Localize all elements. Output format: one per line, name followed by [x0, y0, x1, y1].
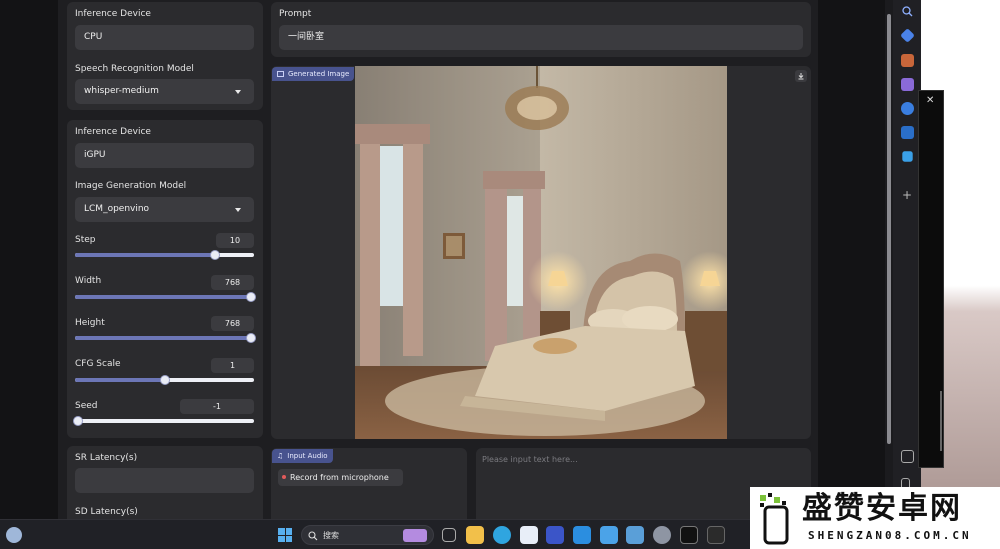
image-device-label: Inference Device: [75, 127, 151, 137]
height-slider-thumb[interactable]: [246, 333, 256, 343]
download-icon[interactable]: [795, 70, 807, 82]
cfg-slider[interactable]: [75, 375, 254, 385]
step-label: Step: [75, 235, 96, 245]
start-icon[interactable]: [278, 528, 292, 542]
outlook-icon[interactable]: [901, 126, 914, 139]
width-slider[interactable]: [75, 292, 256, 302]
height-input[interactable]: 768: [211, 316, 254, 331]
image-model-dropdown[interactable]: LCM_openvino: [75, 197, 254, 222]
weather-icon[interactable]: [6, 527, 22, 543]
task-view-icon[interactable]: [442, 528, 456, 542]
step-slider-thumb[interactable]: [210, 250, 220, 260]
step-slider-fill: [75, 253, 215, 257]
settings-gear-icon[interactable]: [653, 526, 671, 544]
image-model-label: Image Generation Model: [75, 181, 187, 191]
cfg-input[interactable]: 1: [211, 358, 254, 373]
speech-device-field[interactable]: CPU: [75, 25, 254, 50]
step-input[interactable]: 10: [216, 233, 254, 248]
image-device-field[interactable]: iGPU: [75, 143, 254, 168]
watermark-url: SHENGZAN08.COM.CN: [808, 529, 972, 542]
watermark-logo: 盛赞安卓网 SHENGZAN08.COM.CN: [750, 487, 1000, 549]
edge-icon[interactable]: [493, 526, 511, 544]
cfg-slider-thumb[interactable]: [160, 375, 170, 385]
notepad-icon[interactable]: [600, 526, 618, 544]
start-icon-pane: [278, 528, 285, 535]
prompt-input[interactable]: 一间卧室: [279, 25, 803, 50]
seed-slider-thumb[interactable]: [73, 416, 83, 426]
file-explorer-icon[interactable]: [466, 526, 484, 544]
height-slider[interactable]: [75, 333, 256, 343]
app-window: Inference Device CPU Speech Recognition …: [0, 0, 885, 519]
copilot-icon[interactable]: [901, 102, 914, 115]
speech-model-dropdown[interactable]: whisper-medium: [75, 79, 254, 104]
terminal-scrollbar[interactable]: [940, 391, 942, 451]
record-microphone-button[interactable]: Record from microphone: [278, 469, 403, 486]
browser-sidebar: +: [893, 0, 921, 519]
capcut-icon[interactable]: [680, 526, 698, 544]
terminal-window: ✕: [918, 90, 944, 468]
store-icon[interactable]: [520, 526, 538, 544]
close-icon[interactable]: ✕: [926, 95, 934, 106]
generated-bedroom-image: [355, 66, 727, 439]
image-icon: [277, 71, 284, 77]
input-audio-tag: ♫ Input Audio: [272, 449, 333, 463]
input-audio-tag-label: Input Audio: [287, 452, 328, 460]
scrollbar-thumb[interactable]: [887, 14, 891, 444]
add-icon[interactable]: +: [902, 188, 912, 202]
cfg-slider-fill: [75, 378, 165, 382]
start-icon-pane: [285, 535, 292, 542]
briefcase-icon[interactable]: [901, 54, 914, 67]
sr-latency-label: SR Latency(s): [75, 453, 138, 463]
window-scrollbar[interactable]: [885, 0, 893, 519]
generated-image-tag: Generated Image: [272, 67, 355, 81]
sr-latency-field: [75, 468, 254, 493]
games-icon[interactable]: [901, 78, 914, 91]
step-slider[interactable]: [75, 250, 254, 260]
height-slider-fill: [75, 336, 254, 340]
seed-input[interactable]: -1: [180, 399, 254, 414]
screen-icon[interactable]: [901, 450, 914, 463]
terminal-icon[interactable]: [707, 526, 725, 544]
start-icon-pane: [285, 528, 292, 535]
width-slider-thumb[interactable]: [246, 292, 256, 302]
search-highlight-icon: [403, 529, 427, 542]
tag-icon[interactable]: [900, 28, 915, 43]
search-icon: [308, 531, 318, 541]
taskbar-search-label: 搜索: [323, 531, 339, 540]
monitor-icon[interactable]: [626, 526, 644, 544]
phone-logo-icon: [758, 493, 792, 545]
app-blue-icon[interactable]: [546, 526, 564, 544]
prompt-label: Prompt: [279, 9, 312, 19]
start-icon-pane: [278, 535, 285, 542]
taskbar-search-box[interactable]: 搜索: [301, 525, 434, 545]
width-input[interactable]: 768: [211, 275, 254, 290]
record-microphone-label: Record from microphone: [290, 473, 389, 482]
speech-device-label: Inference Device: [75, 9, 151, 19]
music-note-icon: ♫: [277, 452, 284, 460]
width-slider-fill: [75, 295, 254, 299]
seed-slider[interactable]: [73, 416, 254, 426]
record-dot-icon: [282, 475, 286, 479]
speech-model-label: Speech Recognition Model: [75, 64, 194, 74]
app-teal-icon[interactable]: [573, 526, 591, 544]
search-icon[interactable]: [901, 5, 914, 18]
height-label: Height: [75, 318, 105, 328]
watermark-title: 盛赞安卓网: [802, 491, 962, 526]
generated-image-tag-label: Generated Image: [288, 70, 350, 78]
cfg-label: CFG Scale: [75, 359, 121, 369]
text-input-area[interactable]: Please input text here...: [482, 455, 578, 464]
seed-label: Seed: [75, 401, 98, 411]
width-label: Width: [75, 276, 102, 286]
sd-latency-label: SD Latency(s): [75, 507, 138, 517]
send-icon[interactable]: [902, 151, 913, 162]
